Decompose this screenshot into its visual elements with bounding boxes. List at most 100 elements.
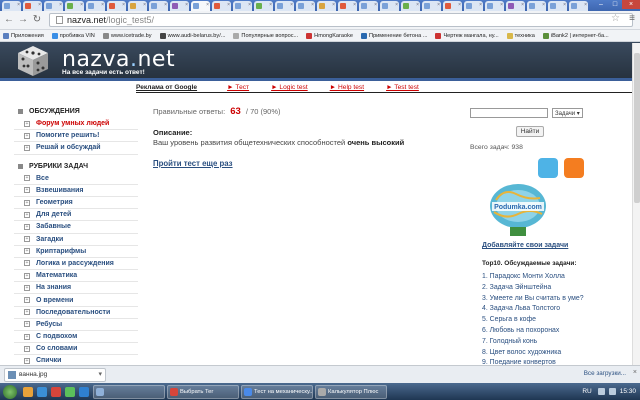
sidebar-item[interactable]: + Забавные xyxy=(14,221,138,234)
browser-tab[interactable]: × xyxy=(149,1,168,11)
podumka-logo[interactable]: Podumka.com xyxy=(486,180,550,238)
add-tasks-link[interactable]: Добавляйте свои задачи xyxy=(482,242,568,249)
sidebar-item-link[interactable]: Геометрия xyxy=(36,199,73,206)
close-tab-icon[interactable]: × xyxy=(80,2,83,8)
browser-tab[interactable]: × xyxy=(317,1,336,11)
close-tab-icon[interactable]: × xyxy=(143,2,146,8)
close-tab-icon[interactable]: × xyxy=(248,2,251,8)
close-tab-icon[interactable]: × xyxy=(353,2,356,8)
browser-tab[interactable]: × xyxy=(569,1,588,11)
top10-item[interactable]: 3. Умеете ли Вы считать в уме? xyxy=(482,294,602,305)
sidebar-item[interactable]: + О времени xyxy=(14,294,138,307)
top10-item[interactable]: 1. Парадокс Монти Холла xyxy=(482,272,602,283)
close-tab-icon[interactable]: × xyxy=(542,2,545,8)
find-button[interactable]: Найти xyxy=(516,126,544,137)
sidebar-item[interactable]: + Форум умных людей xyxy=(14,118,138,131)
reload-button[interactable]: ↻ xyxy=(31,14,43,26)
sidebar-item[interactable]: + Геометрия xyxy=(14,197,138,210)
sidebar-item[interactable]: + На знания xyxy=(14,282,138,295)
bookmark-item[interactable]: Чертеж мангала, ну... xyxy=(435,32,499,39)
sidebar-item[interactable]: + Со словами xyxy=(14,343,138,356)
browser-tab[interactable]: × xyxy=(380,1,399,11)
close-tab-icon[interactable]: × xyxy=(332,2,335,8)
browser-tab[interactable]: × xyxy=(2,1,21,11)
page-scrollbar[interactable] xyxy=(632,43,640,365)
topnav-link-logic-test[interactable]: ► Logic test xyxy=(271,84,308,91)
browser-tab[interactable]: × xyxy=(548,1,567,11)
top10-item[interactable]: 7. Голодный конь xyxy=(482,337,602,348)
close-tab-icon[interactable]: × xyxy=(395,2,398,8)
sidebar-item-link[interactable]: С подвохом xyxy=(36,333,77,340)
sidebar-item-link[interactable]: Форум умных людей xyxy=(36,120,109,127)
close-tab-icon[interactable]: × xyxy=(458,2,461,8)
close-tab-icon[interactable]: × xyxy=(290,2,293,8)
close-tab-icon[interactable]: × xyxy=(185,2,188,8)
sidebar-item-link[interactable]: Для детей xyxy=(36,211,71,218)
sidebar-item-link[interactable]: Со словами xyxy=(36,345,77,352)
close-tab-icon[interactable]: × xyxy=(164,2,167,8)
menu-icon[interactable]: ≡ xyxy=(629,13,635,24)
sidebar-item-link[interactable]: На знания xyxy=(36,284,71,291)
bookmark-item[interactable]: iBank2 | интернет-ба... xyxy=(542,32,609,39)
volume-icon[interactable] xyxy=(608,388,616,395)
close-tab-icon[interactable]: × xyxy=(59,2,62,8)
close-tab-icon[interactable]: × xyxy=(122,2,125,8)
close-tab-icon[interactable]: × xyxy=(521,2,524,8)
close-tab-icon[interactable]: × xyxy=(206,2,209,8)
topnav-link-help-test[interactable]: ► Help test xyxy=(330,84,364,91)
bookmark-item[interactable]: Популярные вопрос... xyxy=(233,32,298,39)
browser-tab[interactable]: × xyxy=(212,1,231,11)
topnav-link-test[interactable]: ► Тест xyxy=(227,84,249,91)
clock[interactable]: 15:30 xyxy=(620,388,636,395)
browser-tab[interactable]: × xyxy=(443,1,462,11)
sidebar-item-link[interactable]: Ребусы xyxy=(36,321,62,328)
browser-tab[interactable]: × xyxy=(485,1,504,11)
close-tab-icon[interactable]: × xyxy=(269,2,272,8)
close-tab-icon[interactable]: × xyxy=(227,2,230,8)
top10-item[interactable]: 6. Любовь на похоронах xyxy=(482,326,602,337)
minimize-button[interactable]: – xyxy=(594,0,608,9)
browser-tab[interactable]: × xyxy=(86,1,105,11)
bookmark-item[interactable]: HmongKaraoke xyxy=(306,32,353,39)
browser-tab[interactable]: × xyxy=(464,1,483,11)
browser-tab[interactable]: × xyxy=(296,1,315,11)
browser-tab[interactable]: × xyxy=(275,1,294,11)
browser-tab[interactable]: × xyxy=(254,1,273,11)
close-tab-icon[interactable]: × xyxy=(416,2,419,8)
sidebar-item[interactable]: + Помогите решить! xyxy=(14,130,138,143)
quick-launch-icon[interactable] xyxy=(37,386,47,397)
bookmark-item[interactable]: www.audi-belarus.by/... xyxy=(159,32,225,39)
sidebar-item-link[interactable]: Логика и рассуждения xyxy=(36,260,114,267)
close-tab-icon[interactable]: × xyxy=(374,2,377,8)
bookmark-item[interactable]: Приложения xyxy=(3,32,44,39)
all-downloads-link[interactable]: Все загрузки... xyxy=(584,370,626,377)
close-tab-icon[interactable]: × xyxy=(17,2,20,8)
sidebar-item[interactable]: + Решай и обсуждай xyxy=(14,142,138,155)
browser-tab[interactable]: × xyxy=(527,1,546,11)
browser-tab[interactable]: × xyxy=(128,1,147,11)
browser-tab[interactable]: × xyxy=(506,1,525,11)
forward-button[interactable]: → xyxy=(17,14,29,26)
close-tab-icon[interactable]: × xyxy=(479,2,482,8)
rss-icon[interactable] xyxy=(564,158,584,178)
bookmark-item[interactable]: Применение бетона ... xyxy=(361,32,427,39)
sidebar-item[interactable]: + Криптарифмы xyxy=(14,246,138,258)
sidebar-item-link[interactable]: Взвешивания xyxy=(36,187,84,194)
sidebar-item[interactable]: + Все xyxy=(14,173,138,185)
sidebar-item-link[interactable]: Спички xyxy=(36,357,61,364)
browser-tab[interactable]: × xyxy=(65,1,84,11)
sidebar-item[interactable]: + Логика и рассуждения xyxy=(14,258,138,271)
sidebar-item-link[interactable]: Математика xyxy=(36,272,77,279)
close-tab-icon[interactable]: × xyxy=(437,2,440,8)
browser-tab[interactable]: × xyxy=(233,1,252,11)
top10-item[interactable]: 4. Задача Льва Толстого xyxy=(482,304,602,315)
sidebar-item-link[interactable]: Забавные xyxy=(36,223,71,230)
close-tab-icon[interactable]: × xyxy=(311,2,314,8)
browser-tab[interactable]: × xyxy=(23,1,42,11)
sidebar-item[interactable]: + Взвешивания xyxy=(14,185,138,197)
close-icon[interactable]: × xyxy=(633,369,637,376)
language-indicator[interactable]: RU xyxy=(582,388,591,395)
sidebar-item[interactable]: + Математика xyxy=(14,270,138,283)
top10-item[interactable]: 2. Задача Эйнштейна xyxy=(482,283,602,294)
network-icon[interactable] xyxy=(597,388,605,395)
